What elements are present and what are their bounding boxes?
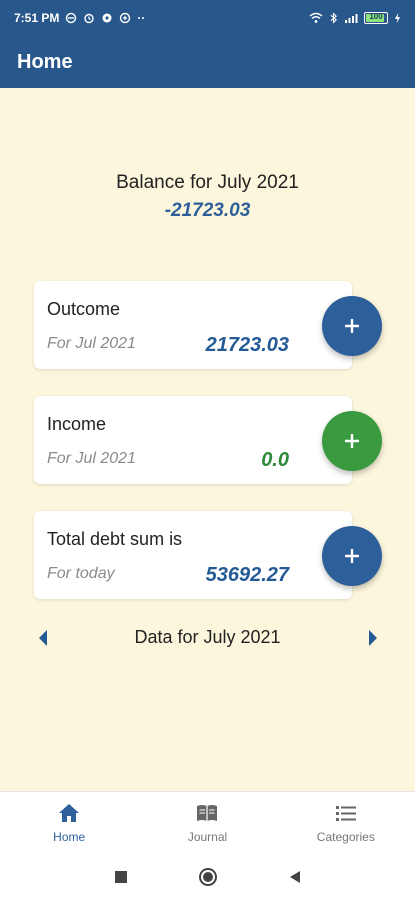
income-title: Income	[47, 414, 107, 434]
month-label: Data for July 2021	[134, 626, 281, 647]
plus-icon	[345, 549, 359, 563]
debt-card[interactable]: Total debt sum is For today 53692.27	[34, 511, 352, 599]
nav-item-journal[interactable]: Journal	[138, 792, 276, 853]
back-triangle-icon	[289, 870, 300, 883]
home-icon	[59, 803, 80, 822]
back-button[interactable]	[288, 870, 302, 884]
status-time: 7:51 PM	[14, 11, 60, 25]
add-outcome-button[interactable]	[322, 296, 382, 356]
nav-label-home: Home	[53, 829, 86, 844]
debt-title: Total debt sum is	[47, 529, 183, 549]
balance-summary: Balance for July 2021 -21723.03	[0, 172, 415, 222]
debt-value: 53692.27	[205, 564, 289, 586]
income-period: For Jul 2021	[47, 450, 136, 467]
status-left: 7:51 PM ··	[14, 11, 145, 25]
outcome-card[interactable]: Outcome For Jul 2021 21723.03	[34, 281, 352, 369]
nav-item-categories[interactable]: Categories	[277, 792, 415, 853]
previous-month-icon[interactable]	[36, 628, 50, 648]
status-more: ··	[137, 11, 146, 25]
outcome-period: For Jul 2021	[47, 335, 136, 352]
balance-label: Balance for July 2021	[116, 172, 299, 193]
battery-level: 100	[369, 12, 383, 21]
vpn-icon	[120, 12, 131, 24]
bluetooth-icon	[330, 12, 337, 24]
balance-value: -21723.03	[164, 200, 251, 221]
alarm-icon	[84, 13, 95, 24]
home-system-button[interactable]	[198, 867, 218, 887]
page-title: Home	[17, 50, 73, 73]
signal-icon	[345, 14, 358, 23]
list-icon	[335, 805, 356, 821]
wifi-icon	[309, 12, 323, 23]
income-value: 0.0	[261, 449, 289, 471]
app-bar: Home	[0, 36, 415, 88]
bottom-navigation: Home Journal Categories	[0, 791, 415, 853]
system-navigation	[0, 853, 415, 900]
book-icon	[197, 804, 218, 821]
nav-label-categories: Categories	[316, 829, 375, 844]
square-icon	[114, 870, 127, 883]
month-navigation: Data for July 2021	[0, 622, 415, 652]
sync-icon	[66, 12, 77, 24]
settings-icon	[102, 13, 112, 23]
income-card[interactable]: Income For Jul 2021 0.0	[34, 396, 352, 484]
outcome-title: Outcome	[47, 299, 121, 319]
add-debt-button[interactable]	[322, 526, 382, 586]
outcome-value: 21723.03	[205, 334, 289, 356]
charging-icon	[394, 12, 401, 24]
plus-icon	[345, 319, 359, 333]
battery-icon: 100	[364, 12, 388, 24]
add-income-button[interactable]	[322, 411, 382, 471]
status-bar: 7:51 PM ·· 100	[0, 0, 415, 36]
circle-icon	[198, 867, 217, 886]
nav-item-home[interactable]: Home	[0, 792, 138, 853]
status-right: 100	[309, 12, 401, 24]
nav-label-journal: Journal	[187, 829, 228, 844]
plus-icon	[345, 434, 359, 448]
next-month-icon[interactable]	[366, 628, 380, 648]
recents-button[interactable]	[114, 870, 128, 884]
debt-period: For today	[47, 565, 115, 582]
